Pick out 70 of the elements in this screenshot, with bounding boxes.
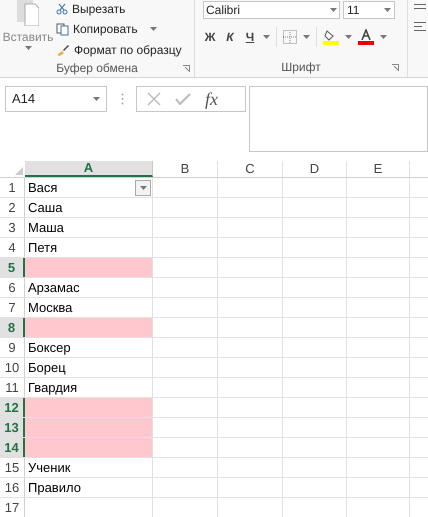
row-header[interactable]: 11 [0,378,25,397]
column-header[interactable]: C [218,161,283,177]
group-label: Буфер обмена [56,60,138,77]
caret-icon [150,27,157,31]
cell-text: Саша [28,198,62,217]
insert-function-button[interactable]: fx [205,86,218,112]
row-header[interactable]: 16 [0,478,25,497]
cut-button[interactable]: Вырезать [56,0,182,17]
close-icon[interactable] [147,92,161,106]
row-header[interactable]: 2 [0,198,25,217]
caret-icon [345,35,352,39]
dialog-launcher-icon[interactable] [183,64,190,72]
cell-text: Вася [28,178,58,197]
font-size-select[interactable]: 11 [343,0,395,18]
column-header[interactable]: E [347,161,410,177]
filter-dropdown-button[interactable] [135,180,151,196]
brush-icon [56,44,70,56]
align-left-icon[interactable] [414,22,426,32]
cell-text: Боксер [28,338,71,357]
caret-icon [24,46,32,50]
cell-text: Борец [28,358,66,377]
cell-text: Маша [28,218,64,237]
cell-text: Петя [28,238,58,257]
checkmark-icon[interactable] [175,93,191,105]
row-header[interactable]: 5 [0,258,25,277]
row-header[interactable]: 17 [0,498,25,517]
format-painter-button[interactable]: Формат по образцу [56,41,182,59]
row-header[interactable]: 4 [0,238,25,257]
row-header[interactable]: 15 [0,458,25,477]
row-header[interactable]: 14 [0,438,25,457]
row-header[interactable]: 3 [0,218,25,237]
row-header[interactable]: 8 [0,318,25,337]
column-header[interactable]: A [25,161,153,177]
cell-text: Арзамас [28,278,80,297]
font-name-select[interactable]: Calibri [203,0,340,18]
italic-button[interactable]: К [223,28,237,46]
align-top-icon[interactable] [414,4,426,12]
fill-color-icon[interactable] [323,29,339,45]
column-header[interactable]: B [153,161,218,177]
column-header[interactable]: D [283,161,347,177]
caret-icon [380,35,387,39]
formula-input[interactable] [249,86,428,152]
cell-text: Ученик [28,458,70,477]
row-header[interactable]: 7 [0,298,25,317]
row-header[interactable]: 1 [0,178,25,197]
scissors-icon [56,2,68,14]
copy-button[interactable]: Копировать [56,20,182,38]
row-header[interactable]: 13 [0,418,25,437]
caret-icon [140,186,146,190]
row-header[interactable]: 6 [0,278,25,297]
caret-icon [263,35,270,39]
copy-icon [56,22,69,36]
caret-icon [330,8,337,12]
group-label: Шрифт [281,59,321,76]
borders-icon[interactable] [283,30,297,44]
cell-text: Гвардия [28,378,78,397]
dialog-launcher-icon[interactable] [392,64,399,70]
cell-text: Правило [28,478,81,497]
row-header[interactable]: 9 [0,338,25,357]
caret-icon [303,35,310,39]
name-box[interactable]: A14 [5,86,107,112]
font-color-icon[interactable] [358,29,374,45]
drag-handle-icon [121,93,124,105]
caret-icon [93,97,100,101]
row-header[interactable]: 12 [0,398,25,417]
underline-button[interactable]: Ч [243,28,257,46]
cell-text: Москва [28,298,72,317]
row-header[interactable]: 10 [0,358,25,377]
bold-button[interactable]: Ж [203,28,217,46]
caret-icon [384,8,391,12]
